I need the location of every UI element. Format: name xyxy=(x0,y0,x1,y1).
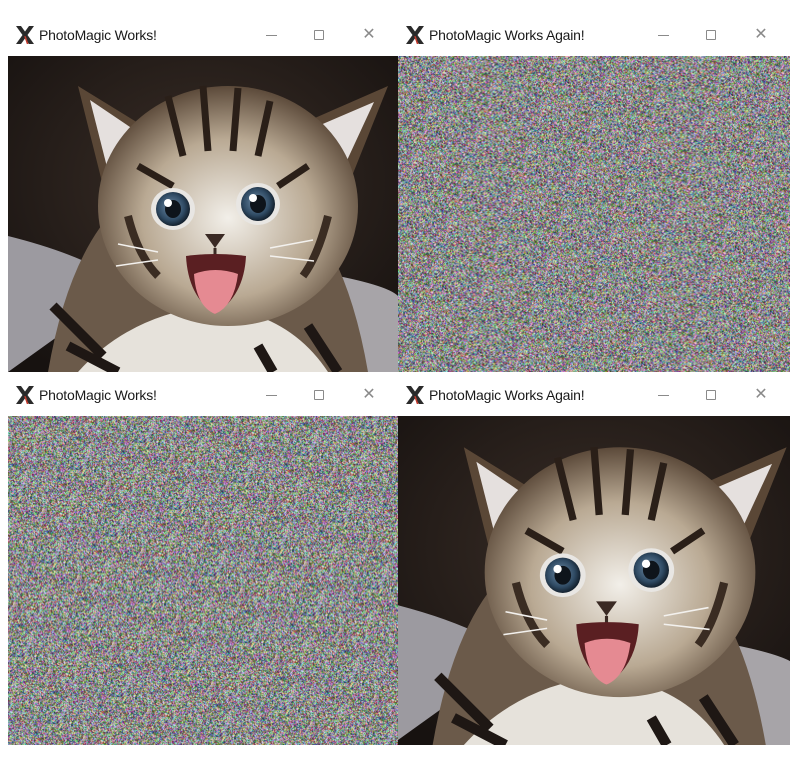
minimize-icon xyxy=(657,394,669,396)
maximize-button[interactable] xyxy=(696,25,726,45)
minimize-icon xyxy=(657,34,669,36)
noise-image xyxy=(398,56,790,372)
minimize-button[interactable] xyxy=(256,25,286,45)
photomagic-window-2[interactable]: PhotoMagic Works Again! ✕ xyxy=(398,14,790,372)
photomagic-window-1[interactable]: PhotoMagic Works! ✕ xyxy=(8,14,398,372)
noise-image xyxy=(8,416,398,745)
kitten-photo xyxy=(8,56,398,372)
x-window-system-icon xyxy=(404,384,426,406)
maximize-button[interactable] xyxy=(304,385,334,405)
photomagic-window-3[interactable]: PhotoMagic Works! ✕ xyxy=(8,374,398,745)
maximize-button[interactable] xyxy=(304,25,334,45)
photomagic-window-4[interactable]: PhotoMagic Works Again! ✕ xyxy=(398,374,790,745)
window-title: PhotoMagic Works! xyxy=(39,27,157,43)
window-title: PhotoMagic Works! xyxy=(39,387,157,403)
noise-canvas xyxy=(398,56,790,372)
window-titlebar[interactable]: PhotoMagic Works Again! ✕ xyxy=(398,374,790,416)
close-button[interactable]: ✕ xyxy=(354,25,384,45)
close-icon: ✕ xyxy=(362,26,376,43)
close-icon: ✕ xyxy=(362,386,376,403)
noise-canvas xyxy=(8,416,398,745)
window-title: PhotoMagic Works Again! xyxy=(429,387,585,403)
x-window-system-icon xyxy=(14,384,36,406)
minimize-button[interactable] xyxy=(648,25,678,45)
window-titlebar[interactable]: PhotoMagic Works! ✕ xyxy=(8,14,398,56)
maximize-icon xyxy=(706,30,716,40)
window-titlebar[interactable]: PhotoMagic Works! ✕ xyxy=(8,374,398,416)
close-icon: ✕ xyxy=(754,26,768,43)
maximize-icon xyxy=(314,390,324,400)
x-window-system-icon xyxy=(14,24,36,46)
kitten-photo xyxy=(398,416,790,745)
maximize-icon xyxy=(314,30,324,40)
close-button[interactable]: ✕ xyxy=(746,25,776,45)
maximize-button[interactable] xyxy=(696,385,726,405)
minimize-icon xyxy=(265,34,277,36)
minimize-button[interactable] xyxy=(648,385,678,405)
close-button[interactable]: ✕ xyxy=(746,385,776,405)
window-titlebar[interactable]: PhotoMagic Works Again! ✕ xyxy=(398,14,790,56)
minimize-icon xyxy=(265,394,277,396)
maximize-icon xyxy=(706,390,716,400)
window-title: PhotoMagic Works Again! xyxy=(429,27,585,43)
minimize-button[interactable] xyxy=(256,385,286,405)
close-icon: ✕ xyxy=(754,386,768,403)
x-window-system-icon xyxy=(404,24,426,46)
close-button[interactable]: ✕ xyxy=(354,385,384,405)
